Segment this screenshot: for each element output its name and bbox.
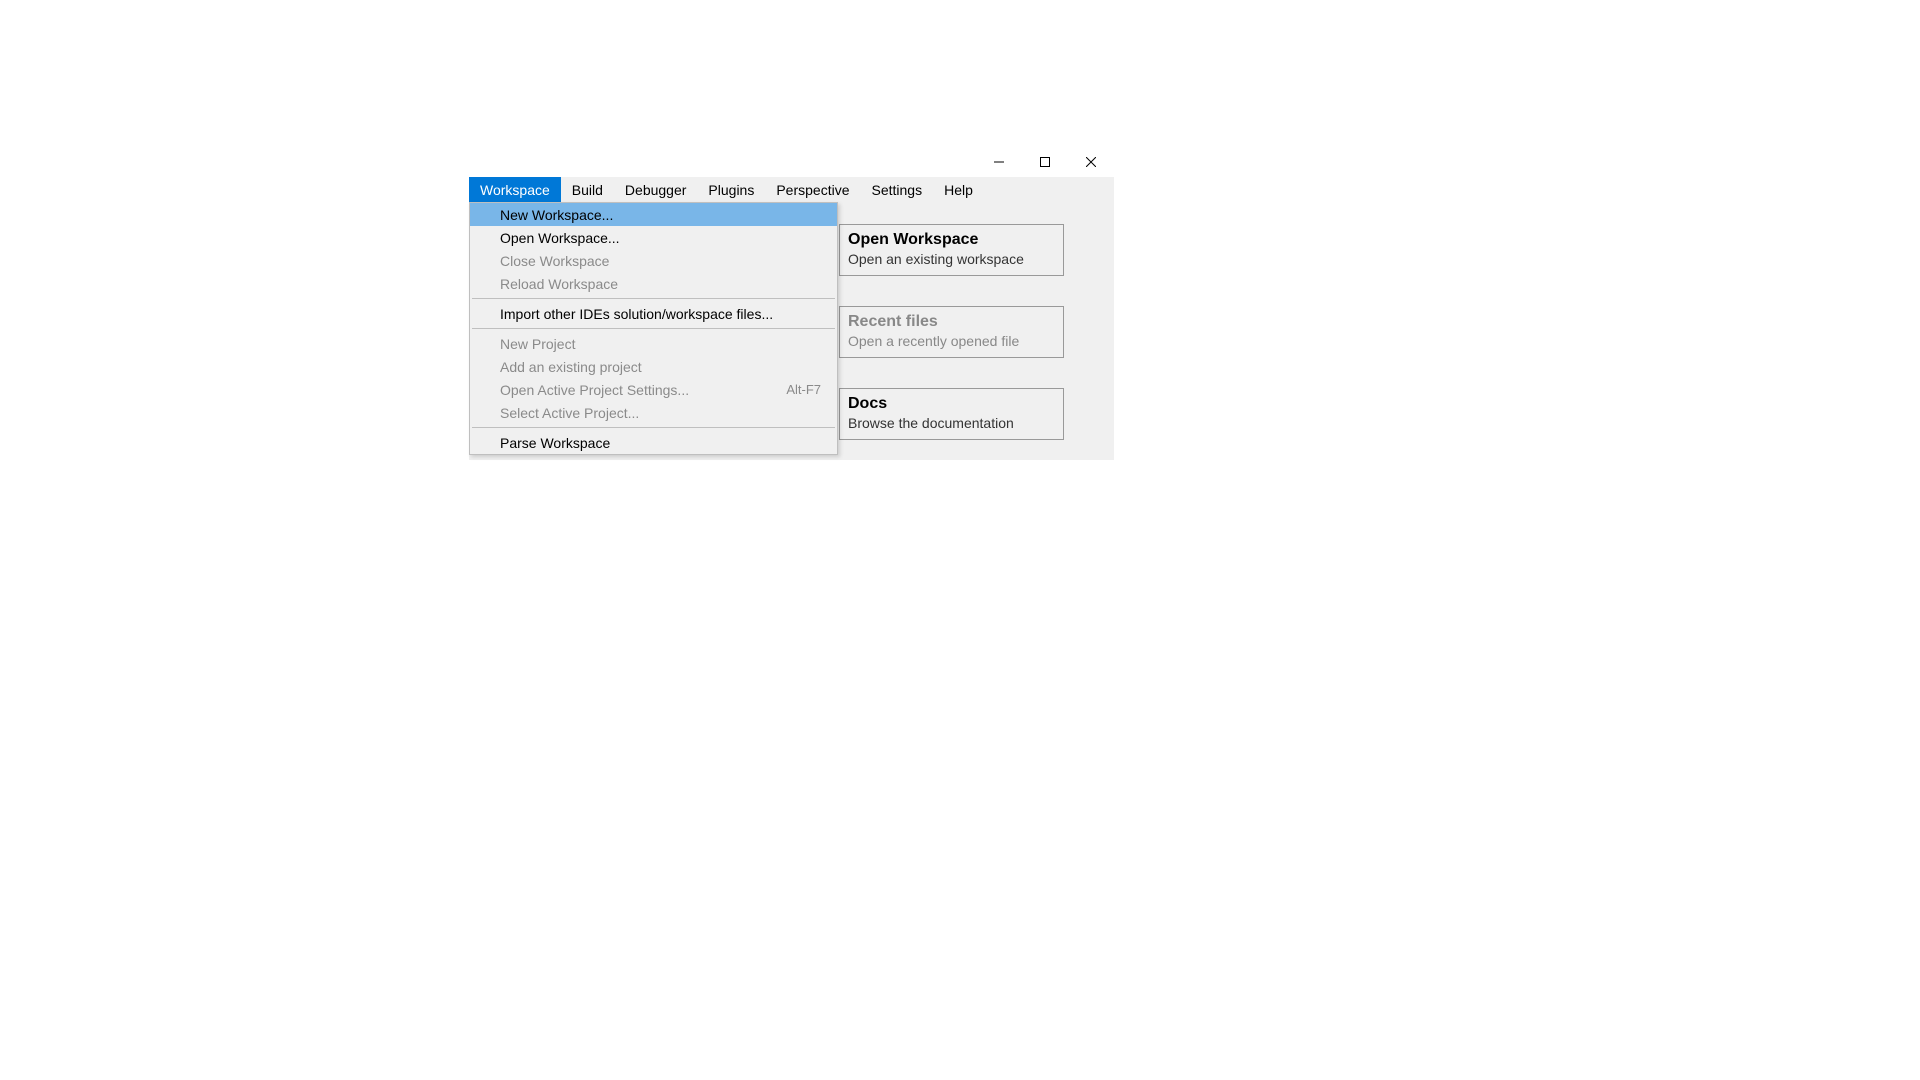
menu-settings[interactable]: Settings (861, 177, 934, 202)
menu-debugger[interactable]: Debugger (614, 177, 698, 202)
workspace-dropdown: New Workspace... Open Workspace... Close… (469, 202, 838, 455)
menu-workspace[interactable]: Workspace (469, 177, 561, 202)
maximize-button[interactable] (1022, 147, 1068, 177)
menuitem-label: New Project (500, 336, 575, 352)
menu-plugins[interactable]: Plugins (697, 177, 765, 202)
menuitem-reload-workspace[interactable]: Reload Workspace (470, 272, 837, 295)
menuitem-new-workspace[interactable]: New Workspace... (470, 203, 837, 226)
app-window: Workspace Build Debugger Plugins Perspec… (469, 147, 1114, 460)
menuitem-new-project[interactable]: New Project (470, 332, 837, 355)
menuitem-select-active-project[interactable]: Select Active Project... (470, 401, 837, 424)
menu-perspective[interactable]: Perspective (765, 177, 860, 202)
menuitem-label: Add an existing project (500, 359, 642, 375)
menuitem-label: Open Active Project Settings... (500, 382, 689, 398)
menu-separator (472, 298, 835, 299)
menuitem-label: Select Active Project... (500, 405, 639, 421)
menuitem-label: Close Workspace (500, 253, 609, 269)
menuitem-label: Import other IDEs solution/workspace fil… (500, 306, 773, 322)
card-subtitle: Open an existing workspace (848, 251, 1055, 267)
card-subtitle: Open a recently opened file (848, 333, 1055, 349)
menuitem-open-workspace[interactable]: Open Workspace... (470, 226, 837, 249)
menuitem-label: New Workspace... (500, 207, 613, 223)
menu-separator (472, 328, 835, 329)
menuitem-label: Reload Workspace (500, 276, 618, 292)
title-bar (469, 147, 1114, 177)
card-recent-files[interactable]: Recent files Open a recently opened file (839, 306, 1064, 358)
menuitem-import-other-ides[interactable]: Import other IDEs solution/workspace fil… (470, 302, 837, 325)
menu-bar: Workspace Build Debugger Plugins Perspec… (469, 177, 1114, 202)
menu-build[interactable]: Build (561, 177, 614, 202)
card-open-workspace[interactable]: Open Workspace Open an existing workspac… (839, 224, 1064, 276)
close-button[interactable] (1068, 147, 1114, 177)
menu-help[interactable]: Help (933, 177, 984, 202)
menuitem-label: Open Workspace... (500, 230, 620, 246)
menuitem-add-existing-project[interactable]: Add an existing project (470, 355, 837, 378)
card-subtitle: Browse the documentation (848, 415, 1055, 431)
card-title: Open Workspace (848, 231, 1055, 249)
menuitem-close-workspace[interactable]: Close Workspace (470, 249, 837, 272)
minimize-button[interactable] (976, 147, 1022, 177)
menuitem-open-active-project-settings[interactable]: Open Active Project Settings... Alt-F7 (470, 378, 837, 401)
menuitem-shortcut: Alt-F7 (786, 382, 821, 397)
card-docs[interactable]: Docs Browse the documentation (839, 388, 1064, 440)
card-title: Recent files (848, 313, 1055, 331)
menu-separator (472, 427, 835, 428)
card-title: Docs (848, 395, 1055, 413)
window-controls (976, 147, 1114, 177)
menuitem-parse-workspace[interactable]: Parse Workspace (470, 431, 837, 454)
menuitem-label: Parse Workspace (500, 435, 610, 451)
